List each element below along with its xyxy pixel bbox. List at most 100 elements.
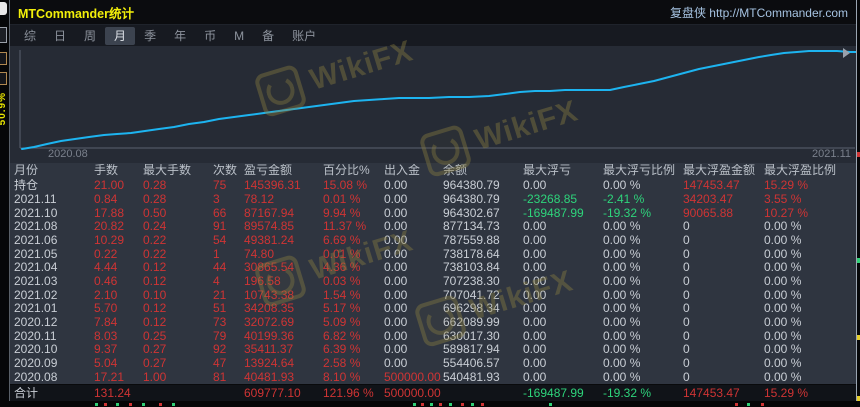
cell: 0.00 % (603, 220, 641, 234)
menu-item-week[interactable]: 周 (75, 27, 105, 45)
cell: 0.00 (523, 275, 547, 289)
cell: 0.00 (523, 370, 547, 384)
cell: 79 (213, 329, 227, 343)
cell: 0.00 (384, 247, 408, 261)
chart-panel: 2020.08 2021.11 (10, 46, 856, 163)
cell: -169487.99 (523, 206, 584, 220)
cell: 589817.94 (443, 343, 500, 357)
table-row[interactable]: 2020.10 9.37 0.27 92 35411.37 6.39 % 0.00 58981… (10, 343, 856, 357)
cell: 630017.30 (443, 329, 500, 343)
cell: 2020.10 (14, 343, 58, 357)
cell: 66 (213, 206, 227, 220)
cell: 40481.93 (244, 370, 295, 384)
cell: 1.00 (143, 370, 167, 384)
brand-link[interactable]: 复盘侠 http://MTCommander.com (670, 4, 848, 21)
cell: 0.00 (523, 179, 547, 193)
menu-item-summary[interactable]: 综 (15, 27, 45, 45)
cell: 0.00 (384, 234, 408, 248)
menu-item-m[interactable]: M (225, 27, 253, 45)
column-header: 次数 (213, 164, 238, 177)
cell: 34203.47 (683, 193, 734, 206)
table-row[interactable]: 2020.09 5.04 0.27 47 13924.64 2.58 % 0.00 55440… (10, 357, 856, 371)
cell: 0 (683, 343, 690, 357)
table-row[interactable]: 2020.08 17.21 1.00 81 40481.93 8.10 % 500000.0… (10, 370, 856, 384)
cell: 2021.04 (14, 261, 58, 275)
cell: 0.24 (143, 220, 167, 234)
cell: 0.00 (523, 343, 547, 357)
cell: 4.44 (94, 261, 118, 275)
menu-item-note[interactable]: 备 (253, 27, 283, 45)
cell: 0.00 % (603, 316, 641, 330)
cell: 5.04 (94, 357, 118, 371)
cell: 30865.54 (244, 261, 295, 275)
cell: 13924.64 (244, 357, 295, 371)
cell: 32072.69 (244, 316, 295, 330)
table-row[interactable]: 2021.11 0.84 0.28 3 78.12 0.01 % 0.00 964380.79… (10, 193, 856, 207)
background-window-icon-fragment (0, 27, 7, 43)
table-row[interactable]: 2021.10 17.88 0.50 66 87167.94 9.94 % 0.00 9643… (10, 206, 856, 220)
cell: 131.24 (94, 386, 131, 400)
cell: 3.55 % (764, 193, 802, 206)
table-row[interactable]: 2020.11 8.03 0.25 79 40199.36 6.82 % 0.00 63001… (10, 329, 856, 343)
cell: 5.70 (94, 302, 118, 316)
cell: 7.84 (94, 316, 118, 330)
cell: 0.00 % (764, 343, 802, 357)
table-row[interactable]: 2021.02 2.10 0.10 21 10743.38 1.54 % 0.00 70704… (10, 288, 856, 302)
cell: 40199.36 (244, 329, 295, 343)
cell: 0.00 % (764, 357, 802, 371)
cell: 0.00 (523, 316, 547, 330)
menu-item-currency[interactable]: 币 (195, 27, 225, 45)
cell: 2.58 % (323, 357, 361, 371)
menu-item-day[interactable]: 日 (45, 27, 75, 45)
table-row[interactable]: 2021.04 4.44 0.12 44 30865.54 4.36 % 0.00 73810… (10, 261, 856, 275)
cell: 0.00 % (764, 220, 802, 234)
column-header: 出入金 (384, 164, 421, 177)
cell: 0.28 (143, 179, 167, 193)
cell: 0.00 (384, 193, 408, 206)
cell: 10.29 (94, 234, 125, 248)
cell: 2021.10 (14, 206, 58, 220)
menu-item-year[interactable]: 年 (165, 27, 195, 45)
menu-item-account[interactable]: 账户 (283, 27, 325, 45)
cell: 92 (213, 343, 227, 357)
cell: 0.12 (143, 261, 167, 275)
menu-item-quarter[interactable]: 季 (135, 27, 165, 45)
cell: 145396.31 (244, 179, 301, 193)
cell: 500000.00 (384, 370, 441, 384)
table-body: 持仓 21.00 0.28 75 145396.31 15.08 % 0.00 964380.… (10, 179, 856, 384)
cell: 3 (213, 193, 220, 206)
table-row[interactable]: 2021.06 10.29 0.22 54 49381.24 6.69 % 0.00 7875… (10, 234, 856, 248)
cell: 0.00 % (764, 275, 802, 289)
cell: 90065.88 (683, 206, 734, 220)
table-row[interactable]: 2020.12 7.84 0.12 73 32072.69 5.09 % 0.00 66208… (10, 316, 856, 330)
scroll-right-icon[interactable] (843, 48, 855, 58)
menu-item-month[interactable]: 月 (105, 26, 136, 45)
cell: 0.00 (384, 316, 408, 330)
table-row[interactable]: 持仓 21.00 0.28 75 145396.31 15.08 % 0.00 964380.… (10, 179, 856, 193)
x-axis-tick-end: 2021.11 (812, 148, 851, 160)
table-row[interactable]: 2021.05 0.22 0.22 1 74.80 0.01 % 0.00 738178.64… (10, 247, 856, 261)
cell: 10.27 % (764, 206, 809, 220)
cell: 877134.73 (443, 220, 500, 234)
cell: 0.00 % (603, 179, 641, 193)
table-row[interactable]: 2021.08 20.82 0.24 91 89574.85 11.37 % 0.00 877… (10, 220, 856, 234)
cell: 2021.01 (14, 302, 58, 316)
cell: 17.88 (94, 206, 125, 220)
table-row[interactable]: 2021.01 5.70 0.12 51 34208.35 5.17 % 0.00 69629… (10, 302, 856, 316)
cell: -23268.85 (523, 193, 578, 206)
cell: 0.00 (523, 329, 547, 343)
cell: 738103.84 (443, 261, 500, 275)
cell: 0 (683, 316, 690, 330)
cell: 0.00 (384, 261, 408, 275)
cell: 15.29 % (764, 179, 809, 193)
cell: 0 (683, 357, 690, 371)
background-window-icon-fragment (0, 2, 7, 15)
table-row[interactable]: 2021.03 0.46 0.12 4 196.58 0.03 % 0.00 707238.3… (10, 275, 856, 289)
cell: 6.39 % (323, 343, 361, 357)
cell: 0.00 % (603, 234, 641, 248)
table-total-row: 合计 131.24 609777.10 121.96 % 500000.00 -16948… (10, 384, 856, 401)
cell: 121.96 % (323, 386, 374, 400)
cell: 5.17 % (323, 302, 361, 316)
title-bar: MTCommander统计 复盘侠 http://MTCommander.com (10, 0, 856, 24)
cell: 0.00 (384, 343, 408, 357)
